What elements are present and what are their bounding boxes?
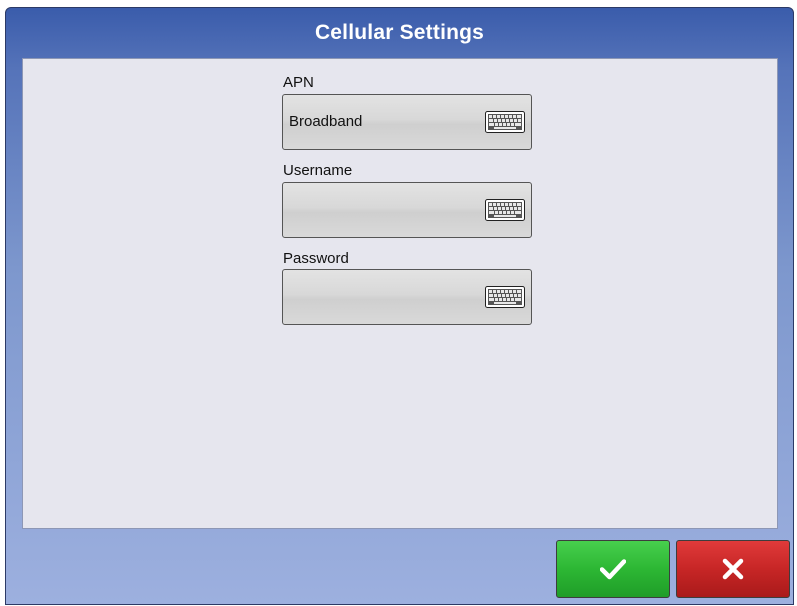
settings-panel: APN Broadband Username Password	[22, 58, 778, 529]
keyboard-icon[interactable]	[485, 199, 525, 221]
apn-label: APN	[283, 74, 314, 91]
checkmark-icon	[600, 559, 626, 580]
apn-value: Broadband	[289, 113, 363, 130]
password-field[interactable]	[282, 269, 532, 325]
dialog-title: Cellular Settings	[314, 21, 485, 44]
username-label: Username	[283, 162, 353, 179]
cancel-button[interactable]	[676, 540, 790, 598]
x-icon	[722, 558, 744, 580]
apn-field[interactable]: Broadband	[282, 94, 532, 150]
cellular-settings-dialog: Cellular Settings APN Broadband Username	[5, 7, 794, 605]
ok-button[interactable]	[556, 540, 670, 598]
password-label: Password	[283, 250, 349, 267]
keyboard-icon[interactable]	[485, 286, 525, 308]
username-field[interactable]	[282, 182, 532, 238]
keyboard-icon[interactable]	[485, 111, 525, 133]
